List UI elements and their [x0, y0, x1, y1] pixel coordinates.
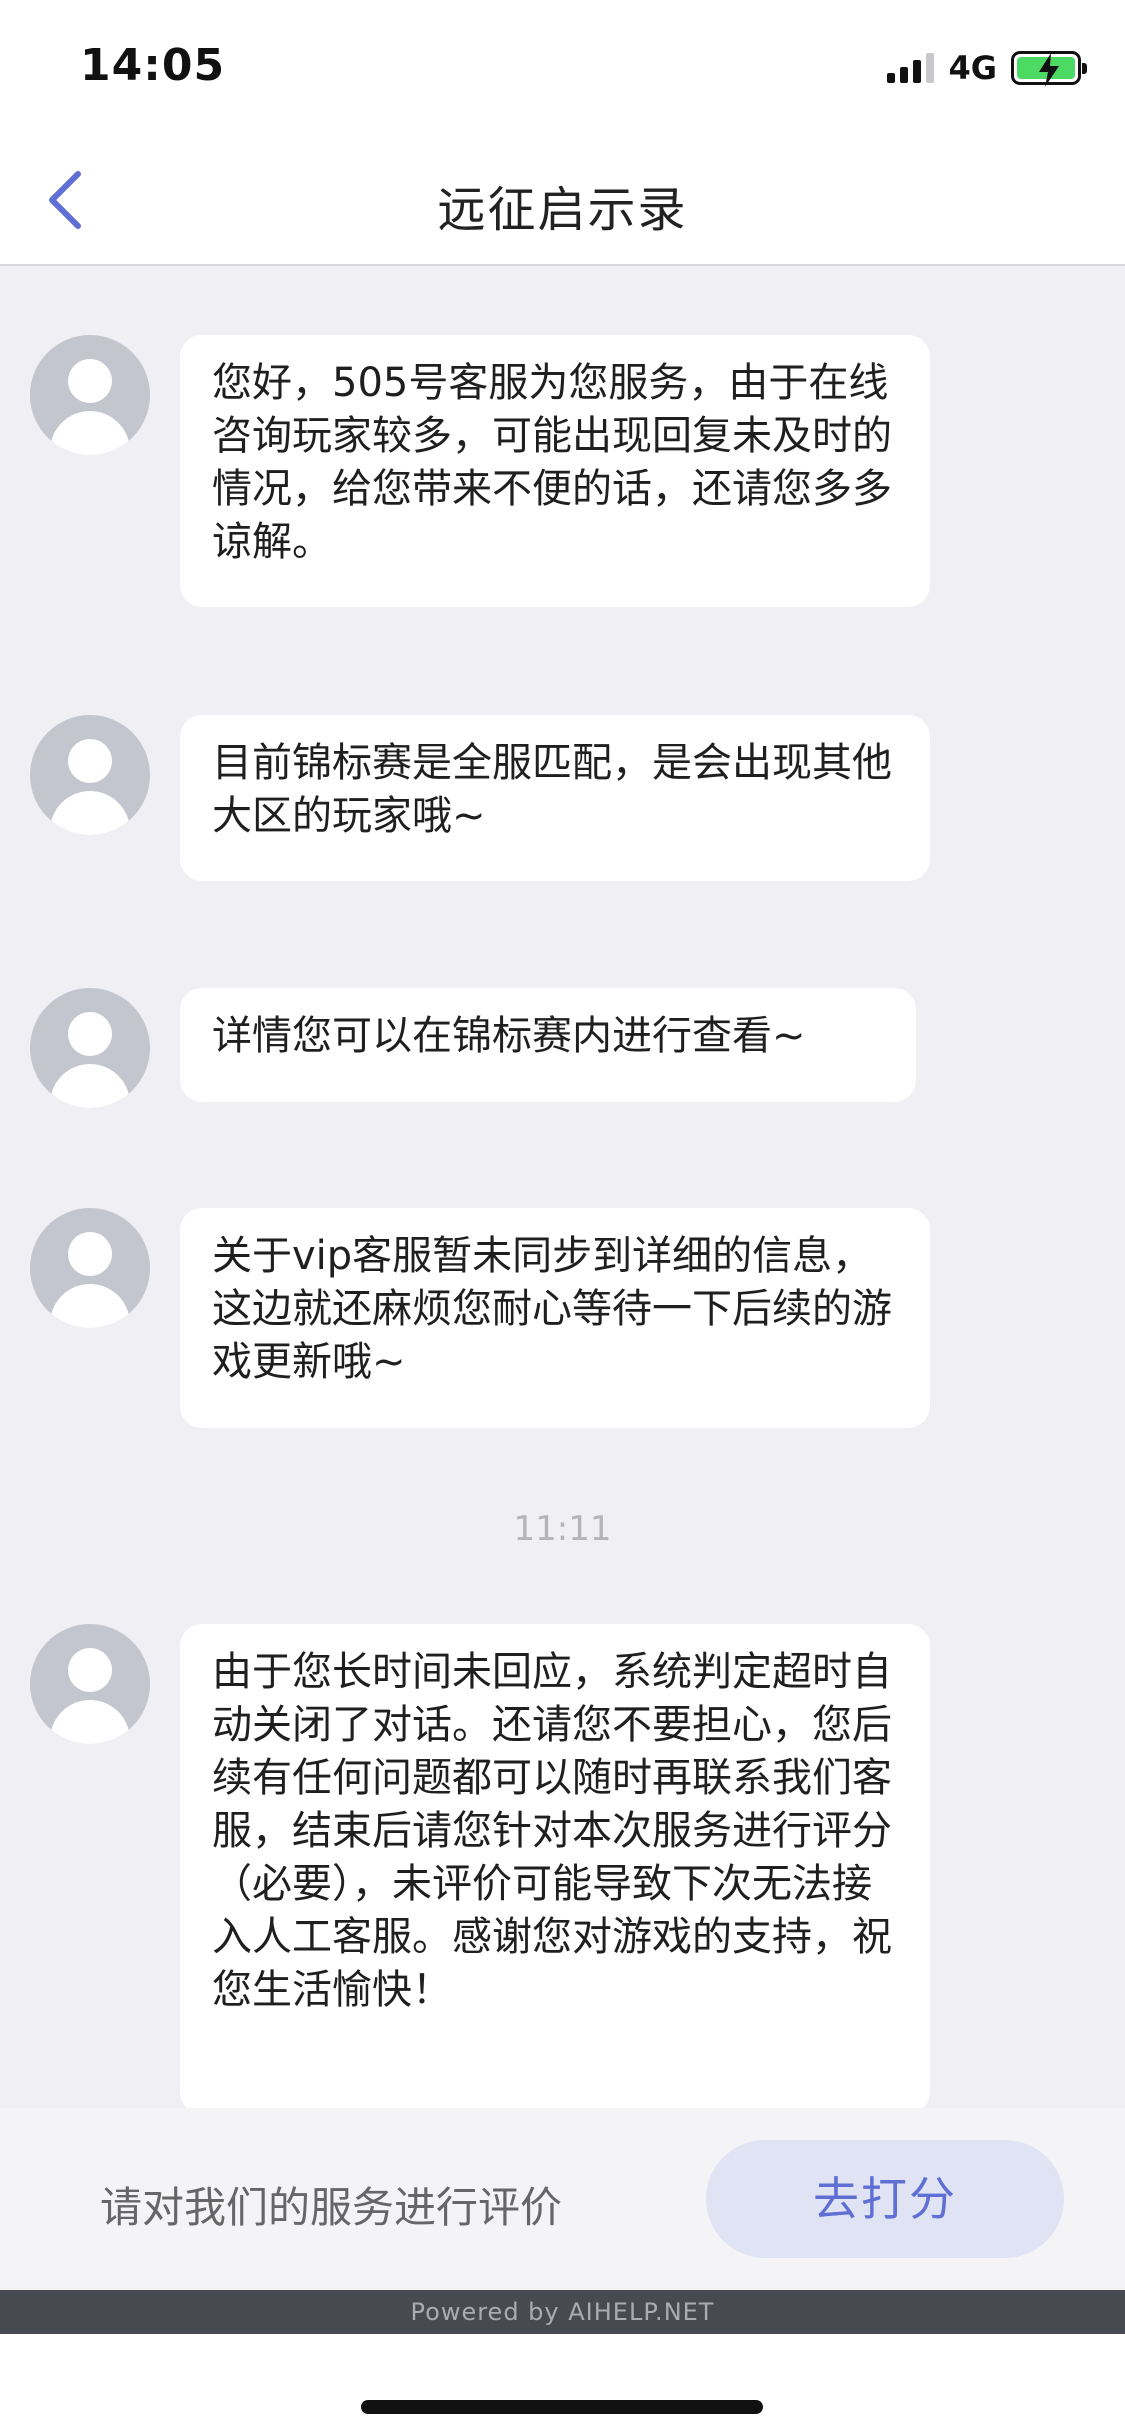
- rating-bar: 请对我们的服务进行评价 去打分: [0, 2108, 1125, 2290]
- status-bar: 14:05 4G: [0, 0, 1125, 132]
- page-title: 远征启示录: [437, 182, 688, 238]
- status-time: 14:05: [80, 40, 226, 91]
- agent-avatar: [30, 335, 150, 455]
- message-bubble: 详情您可以在锦标赛内进行查看~: [180, 988, 916, 1102]
- message-bubble: 由于您长时间未回应，系统判定超时自动关闭了对话。还请您不要担心，您后续有任何问题…: [180, 1624, 930, 2108]
- signal-icon: [887, 53, 935, 83]
- charging-bolt-icon: [1039, 53, 1059, 87]
- battery-icon: [1011, 51, 1087, 87]
- navigation-bar: 远征启示录: [0, 132, 1125, 266]
- home-indicator[interactable]: [361, 2400, 763, 2414]
- agent-avatar: [30, 715, 150, 835]
- rate-service-button[interactable]: 去打分: [706, 2140, 1064, 2258]
- powered-by-text: Powered by AIHELP.NET: [410, 2298, 715, 2326]
- powered-by-footer: Powered by AIHELP.NET: [0, 2290, 1125, 2334]
- message-bubble: 您好，505号客服为您服务，由于在线咨询玩家较多，可能出现回复未及时的情况，给您…: [180, 335, 930, 607]
- agent-avatar: [30, 1624, 150, 1744]
- home-indicator-area: [0, 2334, 1125, 2436]
- agent-avatar: [30, 1208, 150, 1328]
- agent-avatar: [30, 988, 150, 1108]
- status-indicators: 4G: [887, 48, 1087, 88]
- message-timestamp: 11:11: [513, 1509, 612, 1549]
- message-bubble: 关于vip客服暂未同步到详细的信息，这边就还麻烦您耐心等待一下后续的游戏更新哦~: [180, 1208, 930, 1428]
- network-type: 4G: [948, 49, 997, 87]
- message-list[interactable]: 您好，505号客服为您服务，由于在线咨询玩家较多，可能出现回复未及时的情况，给您…: [0, 266, 1125, 2108]
- chat-screen: 14:05 4G 远征启示录 您好，505号客服为您服务，由于在线咨询玩家较多，…: [0, 0, 1125, 2436]
- message-bubble: 目前锦标赛是全服匹配，是会出现其他大区的玩家哦~: [180, 715, 930, 881]
- rating-prompt: 请对我们的服务进行评价: [100, 2183, 563, 2232]
